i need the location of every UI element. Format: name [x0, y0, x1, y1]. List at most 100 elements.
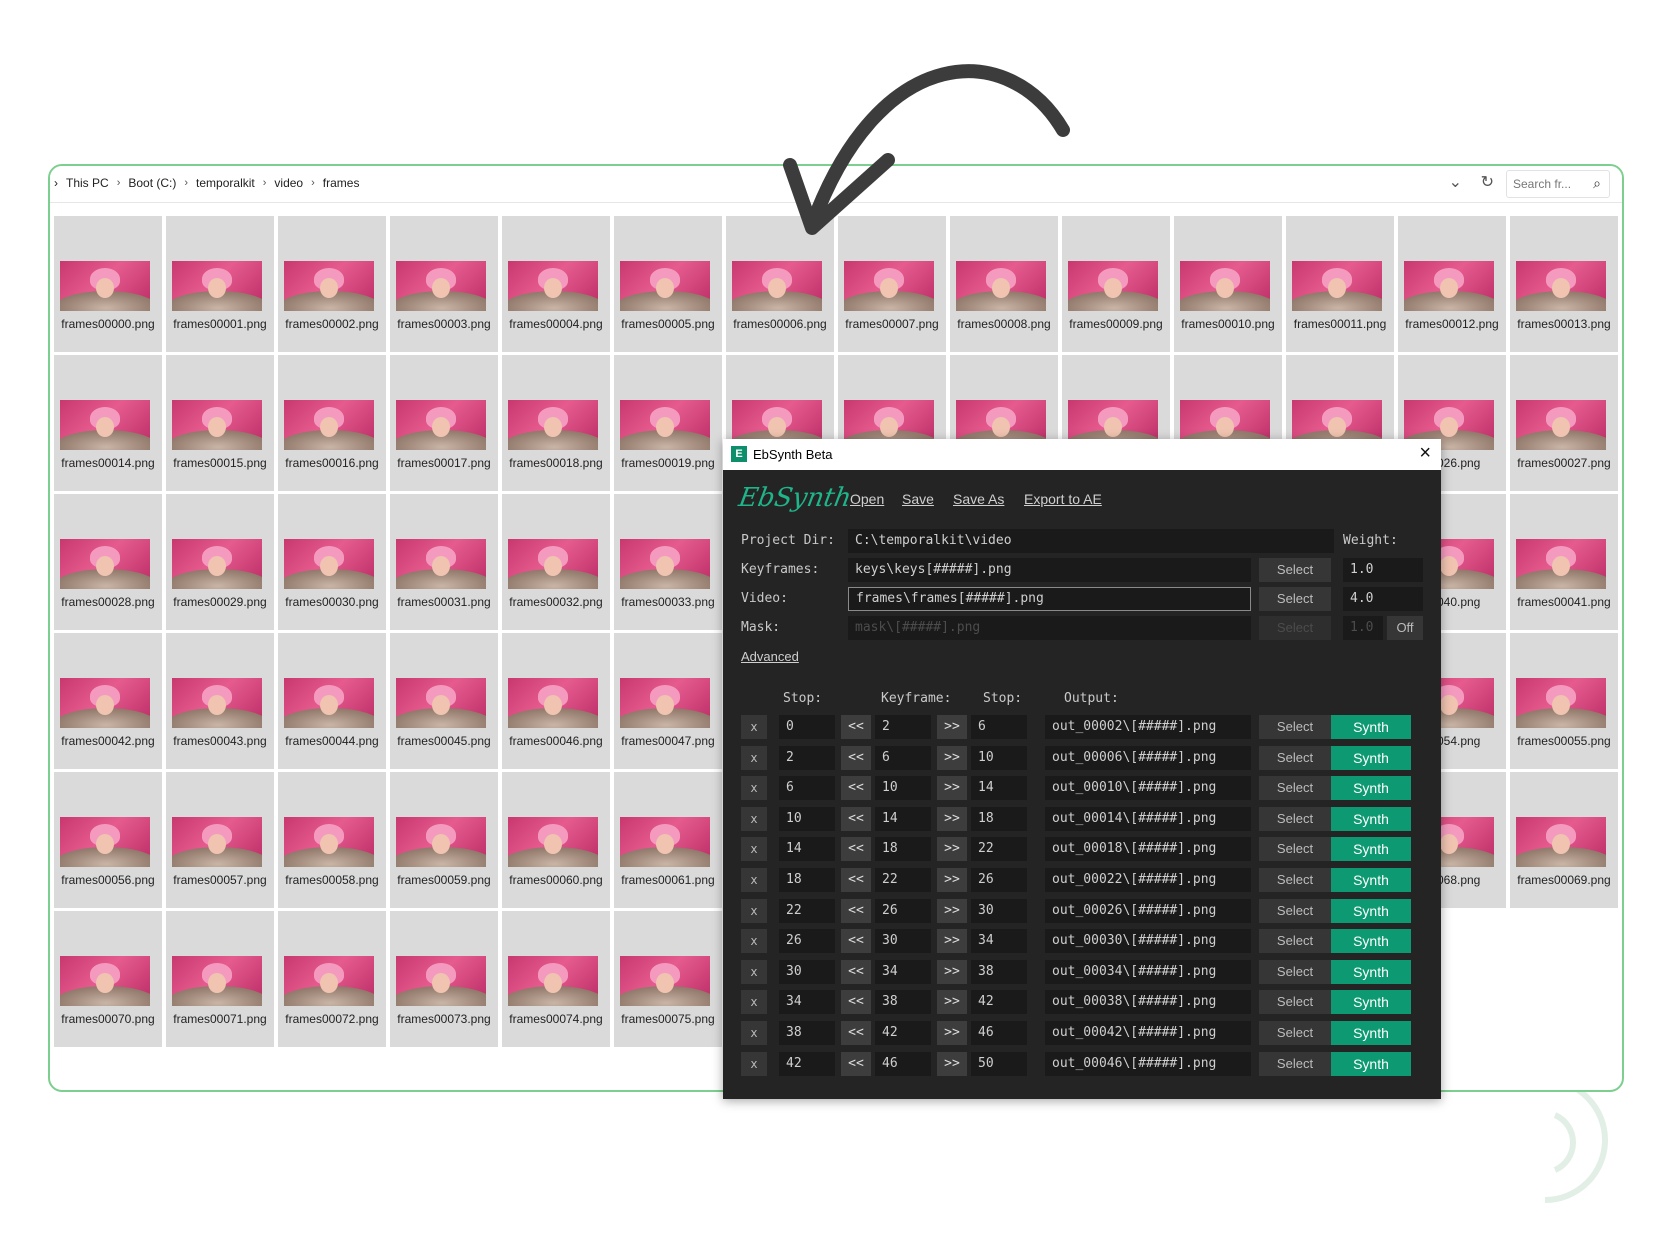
extend-left-button[interactable]: <<	[841, 1021, 871, 1045]
output-input[interactable]: out_00014\[#####].png	[1045, 806, 1251, 831]
delete-row-button[interactable]: x	[741, 868, 767, 892]
output-select-button[interactable]: Select	[1259, 898, 1331, 923]
output-select-button[interactable]: Select	[1259, 776, 1331, 801]
refresh-icon[interactable]: ↻	[1481, 172, 1494, 191]
extend-right-button[interactable]: >>	[937, 898, 967, 923]
synth-button[interactable]: Synth	[1331, 898, 1411, 923]
stop-start-input[interactable]: 30	[779, 959, 835, 984]
stop-start-input[interactable]: 22	[779, 898, 835, 923]
extend-left-button[interactable]: <<	[841, 959, 871, 984]
output-input[interactable]: out_00042\[#####].png	[1045, 1021, 1251, 1045]
file-tile[interactable]: frames00042.png	[54, 633, 162, 769]
keyframe-input[interactable]: 6	[875, 745, 931, 770]
synth-button[interactable]: Synth	[1331, 837, 1411, 862]
extend-left-button[interactable]: <<	[841, 898, 871, 923]
file-tile[interactable]: frames00019.png	[614, 355, 722, 491]
file-tile[interactable]: frames00041.png	[1510, 494, 1618, 630]
stop-end-input[interactable]: 10	[971, 745, 1027, 770]
breadcrumb-frames[interactable]: frames	[323, 176, 360, 190]
file-tile[interactable]: frames00003.png	[390, 216, 498, 352]
breadcrumb-boot[interactable]: Boot (C:)	[128, 176, 176, 190]
extend-right-button[interactable]: >>	[937, 1021, 967, 1045]
file-tile[interactable]: frames00016.png	[278, 355, 386, 491]
output-select-button[interactable]: Select	[1259, 868, 1331, 892]
delete-row-button[interactable]: x	[741, 806, 767, 831]
output-input[interactable]: out_00038\[#####].png	[1045, 990, 1251, 1015]
output-input[interactable]: out_00026\[#####].png	[1045, 898, 1251, 923]
breadcrumb-temporalkit[interactable]: temporalkit	[196, 176, 255, 190]
synth-button[interactable]: Synth	[1331, 959, 1411, 984]
synth-button[interactable]: Synth	[1331, 1051, 1411, 1076]
stop-end-input[interactable]: 6	[971, 715, 1027, 739]
extend-right-button[interactable]: >>	[937, 868, 967, 892]
file-tile[interactable]: frames00001.png	[166, 216, 274, 352]
file-tile[interactable]: frames00018.png	[502, 355, 610, 491]
synth-button[interactable]: Synth	[1331, 806, 1411, 831]
file-tile[interactable]: frames00056.png	[54, 772, 162, 908]
output-select-button[interactable]: Select	[1259, 806, 1331, 831]
extend-right-button[interactable]: >>	[937, 806, 967, 831]
file-tile[interactable]: frames00014.png	[54, 355, 162, 491]
stop-end-input[interactable]: 14	[971, 776, 1027, 801]
stop-end-input[interactable]: 26	[971, 868, 1027, 892]
output-input[interactable]: out_00018\[#####].png	[1045, 837, 1251, 862]
file-tile[interactable]: frames00011.png	[1286, 216, 1394, 352]
file-tile[interactable]: frames00002.png	[278, 216, 386, 352]
keyframe-input[interactable]: 18	[875, 837, 931, 862]
file-tile[interactable]: frames00047.png	[614, 633, 722, 769]
stop-end-input[interactable]: 34	[971, 929, 1027, 954]
file-tile[interactable]: frames00029.png	[166, 494, 274, 630]
keyframe-input[interactable]: 14	[875, 806, 931, 831]
extend-right-button[interactable]: >>	[937, 715, 967, 739]
file-tile[interactable]: frames00071.png	[166, 911, 274, 1047]
file-tile[interactable]: frames00043.png	[166, 633, 274, 769]
file-tile[interactable]: frames00017.png	[390, 355, 498, 491]
synth-button[interactable]: Synth	[1331, 868, 1411, 892]
file-tile[interactable]: frames00059.png	[390, 772, 498, 908]
keyframe-input[interactable]: 2	[875, 715, 931, 739]
extend-right-button[interactable]: >>	[937, 837, 967, 862]
output-select-button[interactable]: Select	[1259, 1051, 1331, 1076]
output-select-button[interactable]: Select	[1259, 990, 1331, 1015]
stop-end-input[interactable]: 22	[971, 837, 1027, 862]
file-tile[interactable]: frames00008.png	[950, 216, 1058, 352]
synth-button[interactable]: Synth	[1331, 776, 1411, 801]
synth-button[interactable]: Synth	[1331, 745, 1411, 770]
output-select-button[interactable]: Select	[1259, 1021, 1331, 1045]
file-tile[interactable]: frames00058.png	[278, 772, 386, 908]
delete-row-button[interactable]: x	[741, 837, 767, 862]
file-tile[interactable]: frames00028.png	[54, 494, 162, 630]
file-tile[interactable]: frames00031.png	[390, 494, 498, 630]
extend-left-button[interactable]: <<	[841, 929, 871, 954]
delete-row-button[interactable]: x	[741, 1051, 767, 1076]
file-tile[interactable]: frames00069.png	[1510, 772, 1618, 908]
extend-right-button[interactable]: >>	[937, 959, 967, 984]
stop-end-input[interactable]: 42	[971, 990, 1027, 1015]
file-tile[interactable]: frames00045.png	[390, 633, 498, 769]
file-tile[interactable]: frames00032.png	[502, 494, 610, 630]
output-input[interactable]: out_00034\[#####].png	[1045, 959, 1251, 984]
extend-left-button[interactable]: <<	[841, 868, 871, 892]
output-select-button[interactable]: Select	[1259, 715, 1331, 739]
output-select-button[interactable]: Select	[1259, 745, 1331, 770]
file-tile[interactable]: frames00007.png	[838, 216, 946, 352]
file-tile[interactable]: frames00006.png	[726, 216, 834, 352]
output-input[interactable]: out_00030\[#####].png	[1045, 929, 1251, 954]
breadcrumb-video[interactable]: video	[274, 176, 303, 190]
output-input[interactable]: out_00022\[#####].png	[1045, 868, 1251, 892]
keyframe-input[interactable]: 26	[875, 898, 931, 923]
file-tile[interactable]: frames00005.png	[614, 216, 722, 352]
file-tile[interactable]: frames00000.png	[54, 216, 162, 352]
extend-left-button[interactable]: <<	[841, 837, 871, 862]
file-tile[interactable]: frames00057.png	[166, 772, 274, 908]
file-tile[interactable]: frames00073.png	[390, 911, 498, 1047]
file-tile[interactable]: frames00060.png	[502, 772, 610, 908]
output-input[interactable]: out_00046\[#####].png	[1045, 1051, 1251, 1076]
file-tile[interactable]: frames00027.png	[1510, 355, 1618, 491]
file-tile[interactable]: frames00072.png	[278, 911, 386, 1047]
keyframe-input[interactable]: 38	[875, 990, 931, 1015]
stop-start-input[interactable]: 6	[779, 776, 835, 801]
delete-row-button[interactable]: x	[741, 776, 767, 801]
stop-start-input[interactable]: 42	[779, 1051, 835, 1076]
synth-button[interactable]: Synth	[1331, 715, 1411, 739]
